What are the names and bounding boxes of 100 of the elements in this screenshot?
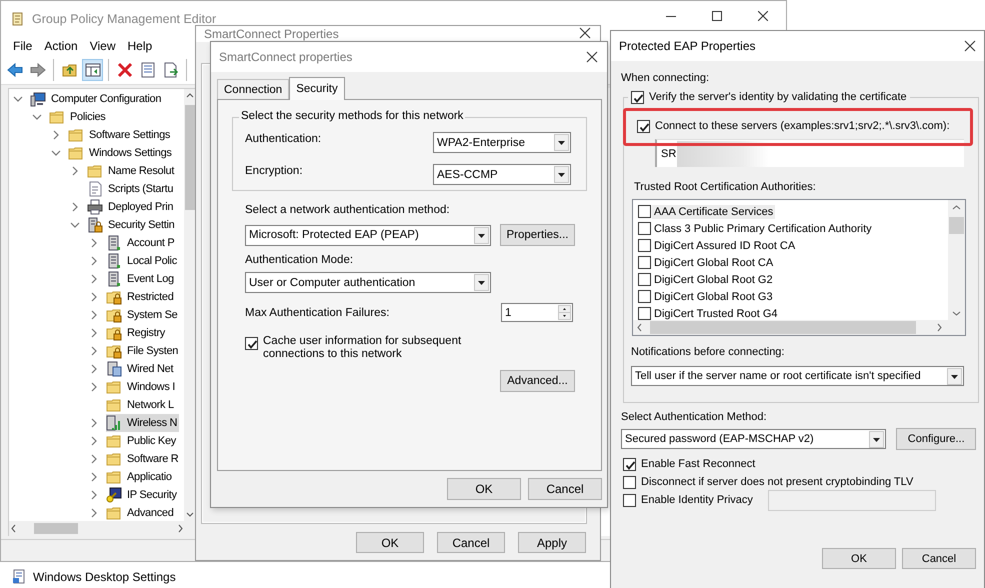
toolbar-button[interactable]	[82, 58, 103, 80]
tree-item[interactable]: Account P	[106, 234, 176, 252]
advanced-button[interactable]: Advanced...	[500, 370, 575, 392]
checkbox-label: Cache user information for subsequent connections to this network	[263, 335, 462, 361]
dropdown[interactable]: User or Computer authentication	[245, 272, 491, 293]
checkbox[interactable]	[638, 222, 651, 235]
tree-item[interactable]: Software R	[106, 450, 180, 468]
checkbox[interactable]	[245, 337, 258, 350]
tree-item[interactable]: Software Settings	[68, 126, 172, 144]
dialog-title: SmartConnect Properties	[204, 27, 339, 41]
properties-button[interactable]: Properties...	[500, 224, 575, 246]
server-icon	[106, 271, 122, 287]
folder-lock-icon	[106, 343, 122, 359]
pane-toggle-icon	[84, 62, 100, 78]
folder-icon	[106, 379, 122, 395]
input-field[interactable]	[768, 490, 936, 510]
tree-item[interactable]: Event Log	[106, 270, 176, 288]
checkbox-label: Enable Fast Reconnect	[641, 458, 756, 470]
list-item[interactable]: DigiCert Assured ID Root CA	[652, 238, 798, 252]
tree-item[interactable]: Network L	[106, 396, 176, 414]
checkbox[interactable]	[638, 205, 651, 218]
checkbox[interactable]	[631, 90, 644, 104]
menu-item[interactable]: File	[7, 38, 38, 52]
tree-item[interactable]: Advanced	[106, 504, 176, 521]
number-field[interactable]: 1	[501, 303, 573, 322]
dropdown[interactable]: Microsoft: Protected EAP (PEAP)	[245, 224, 491, 246]
dialog-title: Protected EAP Properties	[619, 39, 756, 53]
dialog-button[interactable]: Cancel	[902, 548, 976, 569]
dialog-button[interactable]: OK	[356, 532, 424, 553]
checkbox[interactable]	[623, 476, 636, 488]
close-icon[interactable]	[586, 51, 598, 63]
dialog-button[interactable]: Cancel	[437, 532, 505, 553]
tree-item[interactable]: Windows Desktop Settings	[33, 570, 176, 584]
list-item[interactable]: DigiCert Global Root G3	[652, 290, 775, 304]
list-item[interactable]: DigiCert Global Root CA	[652, 256, 776, 270]
tab[interactable]: Connection	[217, 79, 290, 99]
tree-item[interactable]: IP Security	[106, 486, 179, 504]
folder-lock-icon	[106, 307, 122, 323]
tree-item[interactable]: Restricted	[106, 288, 176, 306]
list-item[interactable]: DigiCert Trusted Root G4	[652, 306, 780, 320]
checkbox[interactable]	[638, 307, 651, 320]
tree-item[interactable]: Security Settin	[87, 216, 176, 234]
checkbox[interactable]	[638, 273, 651, 286]
tree-item[interactable]: Registry	[106, 324, 167, 342]
server-icon	[106, 253, 122, 269]
checkbox[interactable]	[638, 239, 651, 252]
section-label: When connecting:	[621, 71, 710, 85]
folder-lock-icon	[106, 325, 122, 341]
dropdown[interactable]: Tell user if the server name or root certificate isn't specified	[631, 366, 964, 386]
list-item[interactable]: AAA Certificate Services	[652, 204, 776, 218]
list-item[interactable]: Class 3 Public Primary Certification Authority	[652, 222, 874, 236]
dialog-button[interactable]: OK	[822, 548, 896, 569]
server-lock-icon	[87, 217, 103, 233]
key-monitor-icon	[106, 487, 122, 503]
configure-button[interactable]: Configure...	[896, 428, 976, 450]
menu-item[interactable]: View	[84, 38, 122, 52]
dialog-title: SmartConnect properties	[219, 50, 352, 64]
checkbox[interactable]	[623, 458, 636, 470]
tree-item[interactable]: Policies	[49, 108, 108, 126]
dialog-button[interactable]: Apply	[518, 532, 586, 553]
close-icon[interactable]	[579, 27, 591, 39]
field-label: Max Authentication Failures:	[245, 306, 390, 320]
folder-icon	[68, 127, 84, 143]
dialog-button[interactable]: Cancel	[528, 478, 602, 500]
tree-item[interactable]: Deployed Prin	[87, 198, 176, 216]
section-label: Notifications before connecting:	[631, 345, 786, 359]
menu-item[interactable]: Action	[38, 38, 84, 52]
folder-lock-icon	[106, 289, 122, 305]
checkbox[interactable]	[638, 290, 651, 303]
checkbox-label: Verify the server's identity by validating the certificate	[649, 91, 907, 103]
tree-item[interactable]: File Systen	[106, 342, 180, 360]
checkbox[interactable]	[638, 256, 651, 269]
tree-item[interactable]: Windows Settings	[68, 144, 174, 162]
list-item[interactable]: DigiCert Global Root G2	[652, 272, 775, 286]
section-label: Trusted Root Certification Authorities:	[634, 180, 817, 194]
tree-item[interactable]: Windows I	[106, 378, 178, 396]
dropdown[interactable]: WPA2-Enterprise	[433, 132, 571, 153]
tree-item[interactable]: Wired Net	[106, 360, 176, 378]
tab[interactable]: Security	[289, 77, 345, 100]
tree-item[interactable]: Local Polic	[106, 252, 179, 270]
close-icon[interactable]	[964, 40, 976, 52]
tree-item[interactable]: Scripts (Startu	[87, 180, 176, 198]
dialog-button[interactable]: OK	[447, 478, 521, 500]
tree-item[interactable]: Public Key	[106, 432, 178, 450]
folder-icon	[106, 505, 122, 521]
tree-item[interactable]: Name Resolut	[87, 162, 176, 180]
maximize-icon	[712, 10, 722, 20]
printer-icon	[87, 199, 103, 215]
scroll-icon	[11, 10, 25, 26]
dropdown[interactable]: AES-CCMP	[433, 164, 571, 185]
checkbox[interactable]	[637, 120, 650, 132]
checkbox[interactable]	[623, 494, 636, 506]
dropdown[interactable]: Secured password (EAP-MSCHAP v2)	[621, 429, 886, 449]
tree-item[interactable]: System Se	[106, 306, 180, 324]
menu-item[interactable]: Help	[122, 38, 158, 52]
tree-item[interactable]: Wireless N	[106, 414, 180, 432]
tree-item[interactable]: Computer Configuration	[30, 90, 164, 108]
tree-item[interactable]: Applicatio	[106, 468, 174, 486]
check-icon	[632, 92, 645, 104]
folder-up-icon	[62, 62, 78, 78]
